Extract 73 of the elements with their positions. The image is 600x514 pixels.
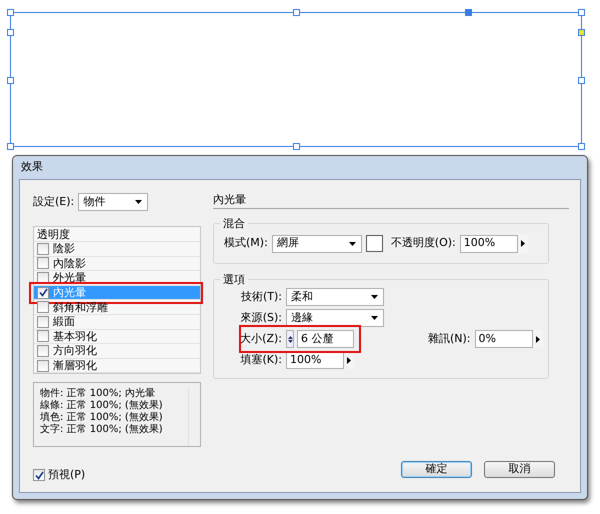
list-item[interactable]: 基本羽化: [34, 330, 200, 344]
right-arrow-icon: [520, 240, 525, 247]
field-label: 雜訊(N):: [428, 332, 472, 345]
field-label: 大小(Z):: [239, 330, 283, 347]
source-dropdown[interactable]: 邊緣: [286, 309, 384, 327]
resize-handle[interactable]: [293, 143, 300, 150]
resize-handle[interactable]: [578, 29, 585, 36]
opacity-field[interactable]: 100%: [460, 234, 518, 252]
resize-handle[interactable]: [7, 9, 14, 16]
checkbox[interactable]: [37, 344, 49, 357]
dropdown-arrow-icon: [371, 295, 378, 299]
list-item[interactable]: 方向羽化: [34, 344, 200, 359]
settings-dropdown[interactable]: 物件: [78, 193, 148, 211]
list-item-label: 漸層羽化: [53, 359, 97, 372]
summary-line: 物件: 正常 100%; 內光暈: [40, 388, 156, 400]
dialog-button[interactable]: 取消: [484, 461, 555, 478]
resize-handle[interactable]: [7, 29, 14, 36]
checkbox[interactable]: [33, 469, 45, 482]
field-label: 技術(T):: [240, 288, 283, 305]
resize-handle[interactable]: [7, 143, 14, 150]
resize-handle[interactable]: [578, 9, 585, 16]
technique-dropdown[interactable]: 柔和: [286, 288, 384, 306]
window-title: 效果: [20, 159, 43, 176]
checkbox[interactable]: [37, 316, 49, 328]
list-item-label: 內光暈: [53, 286, 86, 300]
checkbox[interactable]: [37, 286, 49, 299]
list-item[interactable]: 陰影: [34, 242, 200, 257]
checkbox[interactable]: [37, 242, 49, 255]
summary-line: 填色: 正常 100%; (無效果): [40, 412, 164, 424]
checkbox[interactable]: [37, 330, 49, 342]
mode-dropdown[interactable]: 網屏: [272, 234, 362, 252]
color-swatch[interactable]: [366, 235, 383, 252]
list-item[interactable]: 緞面: [34, 314, 200, 330]
resize-handle[interactable]: [465, 9, 472, 16]
checkbox[interactable]: [37, 272, 49, 284]
dialog-button[interactable]: 確定: [401, 461, 472, 478]
stepper-button[interactable]: [532, 330, 543, 348]
list-item-label: 內陰影: [53, 256, 86, 270]
checkbox[interactable]: [37, 360, 49, 372]
list-item-label: 基本羽化: [53, 330, 97, 343]
resize-handle[interactable]: [578, 77, 585, 84]
list-item[interactable]: 內陰影: [34, 256, 200, 272]
field-label: 填塞(K):: [239, 352, 283, 368]
field-label: 來源(S):: [240, 310, 283, 326]
list-item-label: 斜角和浮雕: [53, 300, 108, 314]
list-item-label: 緞面: [53, 315, 75, 328]
dropdown-arrow-icon: [135, 200, 142, 204]
list-item[interactable]: 漸層羽化: [34, 358, 200, 374]
dropdown-arrow-icon: [371, 316, 378, 320]
dropdown-arrow-icon: [348, 242, 356, 246]
list-item-label: 方向羽化: [53, 344, 97, 358]
list-item-label: 外光暈: [53, 271, 86, 284]
right-arrow-icon: [347, 356, 351, 364]
checkbox[interactable]: [37, 301, 49, 314]
checkbox[interactable]: [37, 257, 49, 270]
list-item-label: 陰影: [53, 242, 75, 256]
list-item[interactable]: 透明度: [34, 227, 200, 242]
resize-handle[interactable]: [293, 9, 300, 16]
resize-handle[interactable]: [578, 143, 585, 150]
summary-line: 文字: 正常 100%; (無效果): [40, 424, 164, 436]
checkbox-label: 預視(P): [48, 467, 86, 483]
stepper-button[interactable]: [518, 234, 528, 252]
right-arrow-icon: [536, 336, 540, 342]
spinner[interactable]: [286, 330, 294, 348]
panel-title: 內光暈: [213, 192, 247, 208]
noise-field[interactable]: 0%: [474, 330, 533, 348]
field-label: 設定(E):: [33, 194, 76, 210]
summary-line: 線條: 正常 100%; (無效果): [40, 400, 164, 412]
size-field[interactable]: 6 公釐: [297, 330, 354, 348]
list-item[interactable]: 斜角和浮雕: [34, 300, 200, 315]
resize-handle[interactable]: [7, 77, 14, 84]
field-label: 不透明度(O):: [390, 236, 457, 250]
field-label: 模式(M):: [224, 235, 269, 252]
